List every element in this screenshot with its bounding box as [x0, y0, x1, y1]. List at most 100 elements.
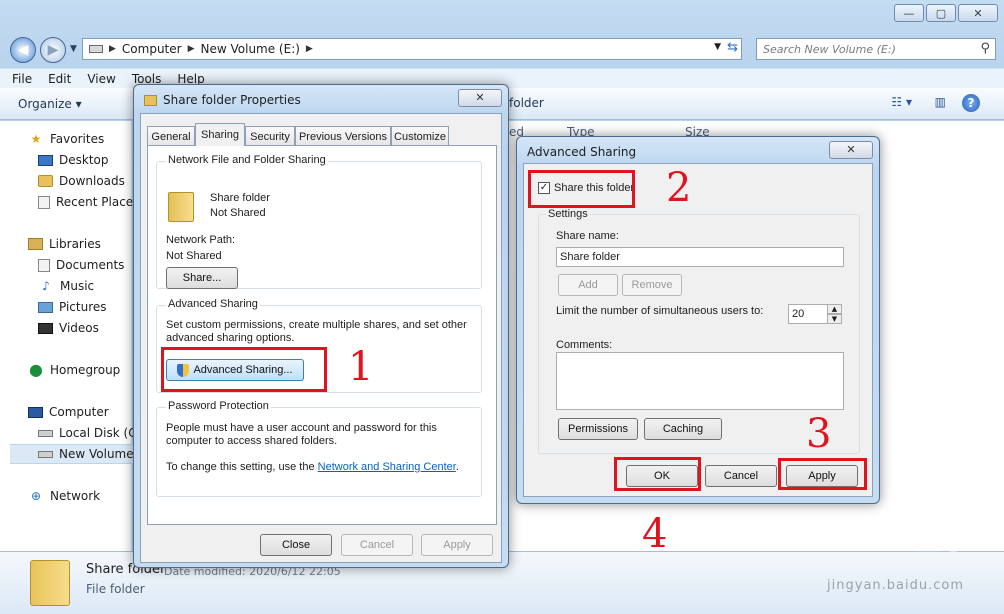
network-icon: ⊕	[30, 489, 42, 503]
network-path-label: Network Path:	[166, 234, 236, 246]
advanced-sharing-group-label: Advanced Sharing	[166, 298, 260, 310]
forward-arrow-icon: ▶	[47, 42, 59, 58]
annotation-box-share-checkbox	[528, 170, 635, 208]
share-folder-icon	[168, 192, 194, 222]
comments-label: Comments:	[556, 339, 613, 351]
comments-textarea[interactable]	[556, 352, 844, 410]
breadcrumb-separator[interactable]: ▶	[109, 44, 116, 54]
close-button[interactable]: Close	[260, 534, 332, 556]
password-protection-group	[156, 407, 482, 497]
user-limit-label: Limit the number of simultaneous users t…	[556, 305, 764, 317]
breadcrumb-separator[interactable]: ▶	[188, 44, 195, 54]
advanced-sharing-description-2: advanced sharing options.	[166, 332, 295, 344]
advanced-sharing-title: Advanced Sharing	[527, 145, 637, 159]
password-protection-group-label: Password Protection	[166, 400, 271, 412]
homegroup-icon: ⬤	[29, 363, 43, 377]
sharing-tab-page: Network File and Folder Sharing Share fo…	[147, 145, 497, 525]
close-window-button[interactable]: ✕	[958, 4, 998, 22]
command-bar-path: folder	[509, 96, 544, 110]
forward-button[interactable]: ▶	[40, 37, 66, 63]
downloads-folder-icon	[38, 175, 53, 187]
tab-strip: General Sharing Security Previous Versio…	[147, 123, 497, 146]
tab-customize[interactable]: Customize	[391, 126, 449, 146]
spin-up-button[interactable]: ▲	[827, 304, 842, 314]
video-film-icon	[38, 322, 53, 334]
properties-close-button[interactable]: ✕	[458, 89, 502, 107]
network-path-value: Not Shared	[166, 250, 222, 262]
menu-view[interactable]: View	[87, 72, 115, 86]
minimize-button[interactable]: —	[894, 4, 924, 22]
back-arrow-icon: ◀	[17, 42, 29, 58]
details-type: File folder	[86, 582, 145, 596]
navigation-pane: ★ Favorites Desktop Downloads Recent Plac…	[0, 121, 142, 551]
properties-body: General Sharing Security Previous Versio…	[140, 113, 502, 563]
drive-icon	[38, 450, 53, 458]
address-bar[interactable]: ▶ Computer ▶ New Volume (E:) ▶ ▼ ⇆	[82, 38, 742, 60]
permissions-button[interactable]: Permissions	[558, 418, 638, 440]
menu-file[interactable]: File	[12, 72, 32, 86]
annotation-box-advanced-sharing	[161, 347, 327, 392]
preview-pane-icon[interactable]: ▥	[935, 95, 946, 109]
advanced-cancel-button[interactable]: Cancel	[705, 465, 777, 487]
spin-down-button[interactable]: ▼	[827, 314, 842, 324]
settings-group-label: Settings	[546, 208, 590, 220]
search-box[interactable]: Search New Volume (E:) ⚲	[756, 38, 996, 60]
star-icon: ★	[30, 132, 42, 146]
window-controls: — ▢ ✕	[892, 4, 998, 22]
libraries-icon	[28, 238, 43, 250]
maximize-button[interactable]: ▢	[926, 4, 956, 22]
back-button[interactable]: ◀	[10, 37, 36, 63]
annotation-box-ok	[614, 457, 701, 491]
computer-icon	[28, 406, 43, 418]
share-name-label: Share name:	[556, 230, 619, 242]
folder-name: Share folder	[210, 192, 270, 204]
properties-dialog: Share folder Properties ✕ General Sharin…	[133, 84, 509, 568]
annotation-number-3: 3	[806, 411, 832, 457]
tab-general[interactable]: General	[147, 126, 195, 146]
tab-security[interactable]: Security	[245, 126, 295, 146]
apply-button[interactable]: Apply	[421, 534, 493, 556]
organize-button[interactable]: Organize ▾	[18, 97, 82, 111]
breadcrumb-computer[interactable]: Computer	[122, 42, 182, 56]
folder-large-icon	[30, 560, 70, 606]
recent-pages-dropdown[interactable]: ▼	[70, 44, 77, 54]
caching-button[interactable]: Caching	[644, 418, 722, 440]
advanced-close-button[interactable]: ✕	[829, 141, 873, 159]
refresh-icon[interactable]: ⇆	[727, 40, 738, 55]
remove-button[interactable]: Remove	[622, 274, 682, 296]
sidebar-item-new-volume[interactable]: New Volume	[10, 444, 142, 464]
password-change-text: To change this setting, use the Network …	[166, 461, 459, 473]
annotation-number-4: 4	[642, 511, 668, 557]
annotation-number-1: 1	[348, 344, 374, 390]
breadcrumb-new-volume[interactable]: New Volume (E:)	[201, 42, 300, 56]
music-note-icon: ♪	[42, 279, 50, 293]
user-limit-input[interactable]: 20	[788, 304, 828, 324]
search-placeholder: Search New Volume (E:)	[763, 42, 896, 56]
address-dropdown[interactable]: ▼	[714, 42, 721, 52]
folder-icon	[144, 94, 157, 106]
menu-edit[interactable]: Edit	[48, 72, 71, 86]
documents-icon	[38, 258, 50, 272]
folder-sharing-status: Not Shared	[210, 207, 266, 219]
search-icon[interactable]: ⚲	[980, 41, 990, 56]
password-description: People must have a user account and pass…	[166, 422, 437, 434]
share-name-input[interactable]: Share folder	[556, 247, 844, 267]
pictures-icon	[38, 301, 53, 313]
cancel-button[interactable]: Cancel	[341, 534, 413, 556]
advanced-sharing-description: Set custom permissions, create multiple …	[166, 319, 467, 331]
properties-title: Share folder Properties	[144, 93, 301, 107]
help-button[interactable]: ?	[962, 94, 980, 112]
breadcrumb-separator[interactable]: ▶	[306, 44, 313, 54]
tab-previous-versions[interactable]: Previous Versions	[295, 126, 391, 146]
navigation-bar: ◀ ▶ ▼ ▶ Computer ▶ New Volume (E:) ▶ ▼ ⇆…	[8, 35, 996, 63]
hard-disk-icon	[38, 429, 53, 437]
recent-places-icon	[38, 195, 50, 209]
help-icon: ?	[962, 94, 980, 112]
annotation-number-2: 2	[666, 165, 692, 211]
add-button[interactable]: Add	[558, 274, 618, 296]
share-button[interactable]: Share...	[166, 267, 238, 289]
view-options-icon[interactable]: ☷ ▾	[891, 95, 912, 109]
desktop-icon	[38, 154, 53, 166]
tab-sharing[interactable]: Sharing	[195, 123, 245, 146]
network-sharing-center-link[interactable]: Network and Sharing Center	[318, 461, 456, 473]
